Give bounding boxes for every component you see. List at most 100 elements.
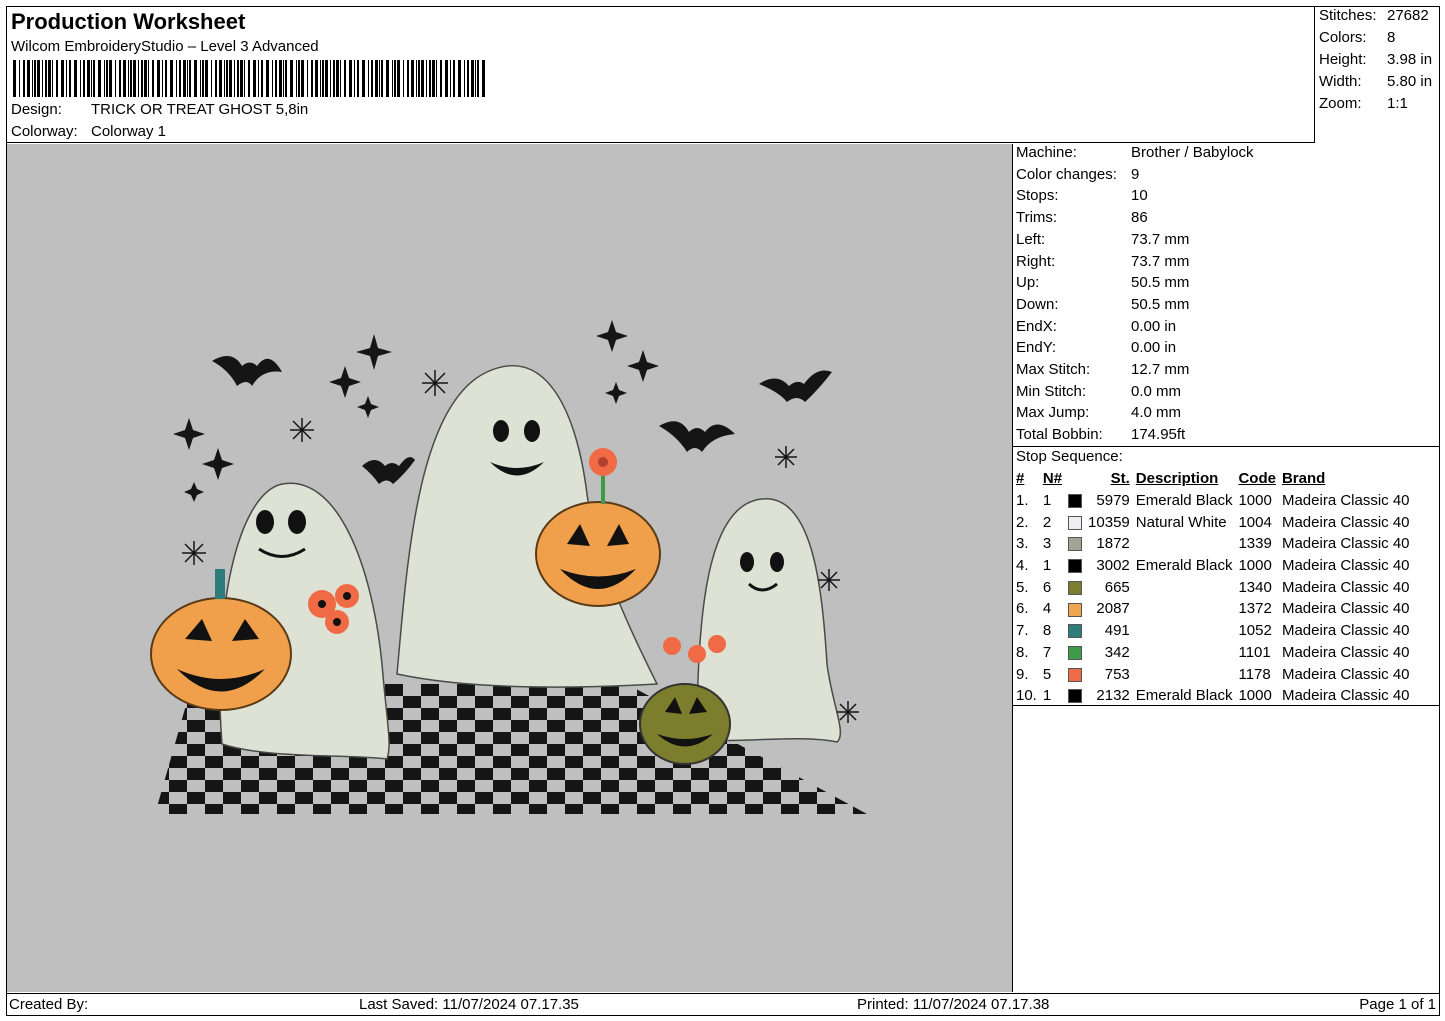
barcode-bar [349,60,352,97]
barcode-bar [458,60,461,97]
barcode-bar [211,60,212,97]
colors-label: Colors: [1319,29,1367,46]
barcode-bar [133,60,136,97]
color-swatch [1068,537,1083,552]
detail-label: Machine: [1016,144,1077,161]
barcode-bar [248,60,250,97]
color-swatch [1068,602,1083,617]
barcode-bar [290,60,293,97]
star-icon [775,446,797,468]
barcode-bar [453,60,455,97]
colorway-label: Colorway: [11,123,78,140]
barcode-bar [106,60,108,97]
detail-label: Color changes: [1016,165,1117,183]
barcode [13,60,485,97]
stop-sequence-table: # N# St. Description Code Brand 1. 1 5979 Emeral… [1013,468,1413,707]
needle-number: 1 [1042,492,1052,510]
table-header: # N# St. Description Code Brand [1013,468,1413,490]
barcode-bar [403,60,404,97]
barcode-bar [240,60,243,97]
color-swatch [1068,515,1083,530]
detail-row: Right: 73.7 mm [1016,253,1189,270]
thread-brand: Madeira Classic 40 [1281,643,1410,661]
star-icon [837,701,859,723]
thread-code: 1340 [1238,578,1272,596]
detail-label: Up: [1016,274,1040,292]
needle-number: 1 [1042,557,1052,575]
barcode-bar [91,60,92,97]
table-row: 9. 5 753 1178 Madeira Classic 40 [1013,663,1413,685]
thread-brand: Madeira Classic 40 [1281,622,1410,640]
width-value: 5.80 in [1387,73,1433,90]
needle-number: 4 [1042,600,1052,618]
barcode-bar [200,60,201,97]
color-swatch [1068,580,1083,595]
thread-code: 1000 [1238,687,1272,705]
thread-description [1133,620,1236,642]
thread-code: 1000 [1238,557,1272,575]
stitch-count: 2132 [1096,687,1130,705]
bat-icon [362,457,415,484]
barcode-bar [224,60,225,97]
barcode-bar [187,60,188,97]
column-header: N# [1042,470,1063,488]
barcode-bar [13,60,16,97]
zoom-label: Zoom: [1319,95,1362,112]
stitch-count: 753 [1104,665,1130,683]
barcode-bar [336,60,339,97]
barcode-bar [19,60,20,97]
detail-value: 0.0 mm [1131,382,1182,400]
swatch [1065,490,1085,512]
table-row: 4. 1 3002 Emerald Black 1000 Madeira Classic … [1013,555,1413,577]
barcode-bar [32,60,33,97]
pumpkin-icon [535,501,661,607]
barcode-bar [27,60,30,97]
barcode-bar [275,60,277,97]
stop-index: 3. [1016,535,1029,553]
table-row: 10. 1 2132 Emerald Black 1000 Madeira Classic… [1013,685,1413,707]
barcode-bar [48,60,51,97]
barcode-bar [397,60,400,97]
barcode-bar [189,60,191,97]
thread-code: 1004 [1238,513,1272,531]
detail-value: 9 [1131,165,1140,183]
barcode-bar [283,60,284,97]
footer: Created By: Last Saved: 11/07/2024 07.17… [6,993,1440,1017]
barcode-bar [215,60,217,97]
thread-description: Natural White [1135,513,1227,531]
barcode-bar [244,60,245,97]
detail-value: 4.0 mm [1131,404,1182,422]
thread-brand: Madeira Classic 40 [1281,665,1410,683]
design-row: Design: TRICK OR TREAT GHOST 5,8in [11,101,308,118]
star-icon [184,482,204,502]
barcode-bar [381,60,383,97]
barcode-bar [56,60,58,97]
barcode-bar [69,60,71,97]
barcode-bar [482,60,485,97]
barcode-bar [66,60,67,97]
barcode-bar [315,60,318,97]
barcode-bar [311,60,313,97]
barcode-bar [253,60,256,97]
detail-label: Min Stitch: [1016,382,1087,400]
barcode-bar [165,60,167,97]
detail-label: Right: [1016,252,1056,270]
bat-icon [659,421,735,452]
barcode-bar [375,60,378,97]
barcode-bar [333,60,335,97]
barcode-bar [229,60,232,97]
color-swatch [1068,494,1083,509]
barcode-bar [379,60,380,97]
thread-brand: Madeira Classic 40 [1281,535,1410,553]
machine-details: Machine: Brother / Babylock Color changes:… [1013,144,1439,444]
barcode-bar [298,60,300,97]
pumpkin-icon [639,683,731,765]
barcode-bar [52,60,53,97]
stop-index: 1. [1016,492,1029,510]
barcode-bar [123,60,126,97]
detail-row: Max Jump: 4.0 mm [1016,404,1181,421]
barcode-bar [475,60,476,97]
color-swatch [1068,559,1083,574]
thread-brand: Madeira Classic 40 [1281,600,1410,618]
barcode-bar [440,60,442,97]
